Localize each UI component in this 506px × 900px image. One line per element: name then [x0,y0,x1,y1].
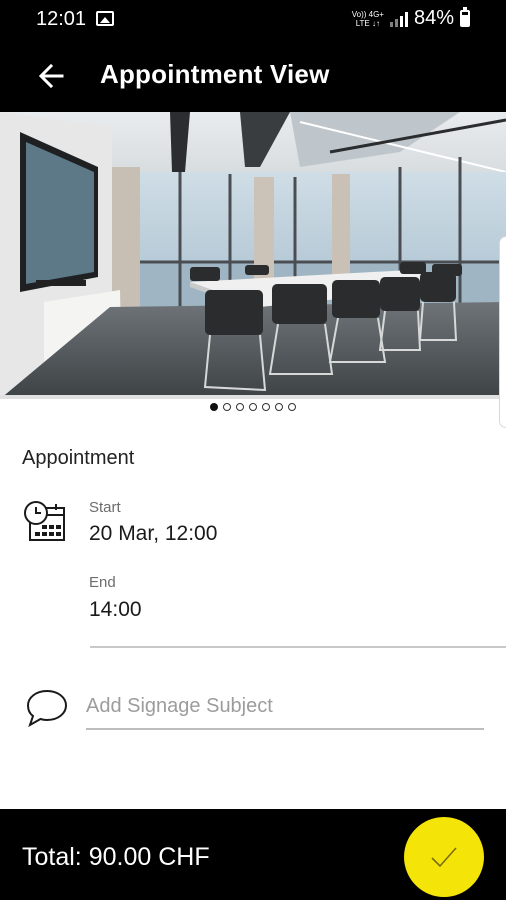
status-bar: 12:01 Vo)) 4G+ LTE ↓↑ 84% [0,0,506,38]
page-title: Appointment View [100,59,330,89]
battery-icon [460,7,470,27]
end-label: End [89,574,116,591]
network-indicator: Vo)) 4G+ LTE ↓↑ [352,10,384,28]
chat-bubble-icon [26,689,68,728]
divider [90,646,506,648]
pager-dot-3[interactable] [236,403,244,411]
checkmark-icon [431,847,457,868]
section-title-appointment: Appointment [22,447,135,469]
confirm-button[interactable] [404,817,484,897]
app-bar: Appointment View [0,38,506,112]
signage-subject-input[interactable] [86,684,484,730]
status-indicators: Vo)) 4G+ LTE ↓↑ 84% [352,7,470,30]
pager-dot-6[interactable] [275,403,283,411]
pager-dot-2[interactable] [223,403,231,411]
carousel-pager [0,403,506,411]
end-value[interactable]: 14:00 [89,598,142,622]
start-label: Start [89,499,121,516]
room-photo-carousel[interactable] [0,112,506,399]
edge-panel-handle[interactable] [499,236,506,428]
arrow-left-icon [38,63,64,89]
status-time: 12:01 [36,8,87,30]
network-bottom: LTE ↓↑ [355,18,380,28]
bottom-bar: Total: 90.00 CHF [0,809,506,900]
calendar-clock-icon [24,501,65,541]
pager-dot-5[interactable] [262,403,270,411]
back-button[interactable] [36,60,68,92]
pager-dot-7[interactable] [288,403,296,411]
total-price: Total: 90.00 CHF [22,843,210,871]
gallery-notification-icon [96,11,114,26]
signal-icon [389,11,408,27]
network-top: Vo)) 4G+ [351,9,384,19]
start-value[interactable]: 20 Mar, 12:00 [89,522,217,546]
pager-dot-4[interactable] [249,403,257,411]
room-photo [0,112,506,399]
pager-dot-1[interactable] [210,403,218,411]
battery-percent: 84% [413,7,454,29]
